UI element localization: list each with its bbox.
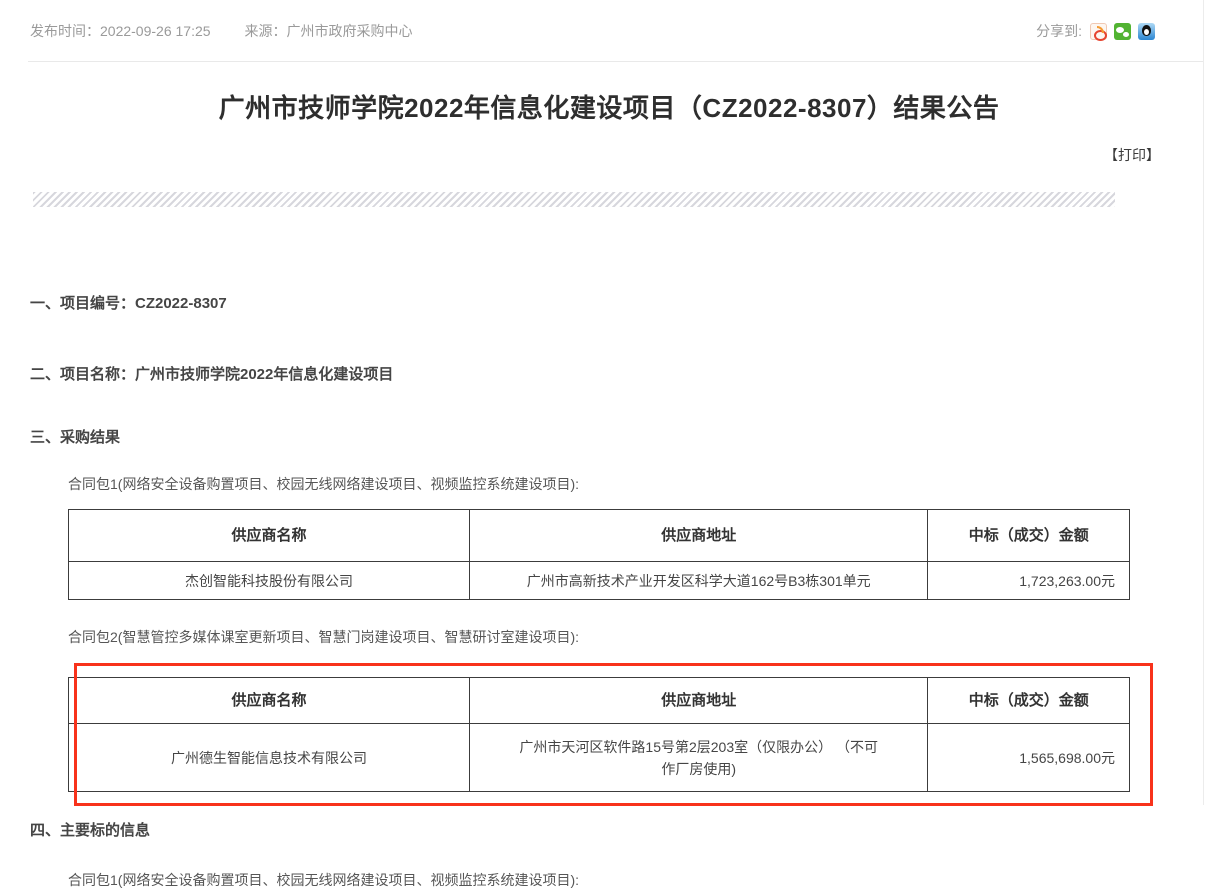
table-header-row: 供应商名称 供应商地址 中标（成交）金额 [69, 510, 1130, 562]
package1-result-table: 供应商名称 供应商地址 中标（成交）金额 杰创智能科技股份有限公司 广州市高新技… [68, 509, 1130, 600]
wechat-share-icon[interactable] [1114, 23, 1131, 40]
section-project-name: 二、项目名称：广州市技师学院2022年信息化建设项目 [30, 363, 1218, 384]
supplier-name-cell: 广州德生智能信息技术有限公司 [69, 724, 470, 792]
package1-intro: 合同包1(网络安全设备购置项目、校园无线网络建设项目、视频监控系统建设项目): [68, 474, 1218, 494]
supplier-address-cell: 广州市天河区软件路15号第2层203室（仅限办公） （不可作厂房使用) [470, 724, 928, 792]
package2-intro: 合同包2(智慧管控多媒体课室更新项目、智慧门岗建设项目、智慧研讨室建设项目): [68, 627, 1218, 647]
award-amount-cell: 1,565,698.00元 [928, 724, 1130, 792]
qq-share-icon[interactable] [1138, 23, 1155, 40]
source-value: 广州市政府采购中心 [287, 21, 413, 41]
package2-highlight-area: 供应商名称 供应商地址 中标（成交）金额 广州德生智能信息技术有限公司 广州市天… [0, 677, 1218, 792]
clipped-bottom-line: 合同包1(网络安全设备购置项目、校园无线网络建设项目、视频监控系统建设项目): [68, 870, 1218, 890]
package2-result-table: 供应商名称 供应商地址 中标（成交）金额 广州德生智能信息技术有限公司 广州市天… [68, 677, 1130, 792]
header-supplier-address: 供应商地址 [470, 678, 928, 724]
section-project-number: 一、项目编号：CZ2022-8307 [30, 292, 1218, 313]
print-button[interactable]: 【打印】 [1104, 147, 1160, 163]
print-row: 【打印】 [0, 145, 1218, 165]
share-label: 分享到: [1036, 21, 1082, 41]
header-award-amount: 中标（成交）金额 [928, 510, 1130, 562]
section-main-subject-info: 四、主要标的信息 [30, 819, 1218, 840]
supplier-address-cell: 广州市高新技术产业开发区科学大道162号B3栋301单元 [470, 562, 928, 600]
supplier-name-cell: 杰创智能科技股份有限公司 [69, 562, 470, 600]
section-procurement-result: 三、采购结果 [30, 426, 1218, 447]
announcement-page: { "topbar": { "publish_label": "发布时间：", … [0, 0, 1218, 805]
source-label: 来源： [245, 21, 287, 41]
award-amount-cell: 1,723,263.00元 [928, 562, 1130, 600]
hatched-divider [33, 192, 1115, 207]
header-supplier-name: 供应商名称 [69, 678, 470, 724]
weibo-share-icon[interactable] [1090, 23, 1107, 40]
share-icon-group [1090, 23, 1155, 40]
header-supplier-address: 供应商地址 [470, 510, 928, 562]
publish-time-value: 2022-09-26 17:25 [100, 23, 211, 39]
publish-time-label: 发布时间： [30, 21, 100, 41]
page-title: 广州市技师学院2022年信息化建设项目（CZ2022-8307）结果公告 [0, 88, 1218, 125]
header-award-amount: 中标（成交）金额 [928, 678, 1130, 724]
share-bar: 分享到: [1036, 21, 1203, 41]
table-header-row: 供应商名称 供应商地址 中标（成交）金额 [69, 678, 1130, 724]
publish-meta: 发布时间： 2022-09-26 17:25 来源： 广州市政府采购中心 [30, 21, 413, 41]
table-row: 杰创智能科技股份有限公司 广州市高新技术产业开发区科学大道162号B3栋301单… [69, 562, 1130, 600]
table-row: 广州德生智能信息技术有限公司 广州市天河区软件路15号第2层203室（仅限办公）… [69, 724, 1130, 792]
header-supplier-name: 供应商名称 [69, 510, 470, 562]
meta-bar: 发布时间： 2022-09-26 17:25 来源： 广州市政府采购中心 分享到… [0, 0, 1218, 62]
